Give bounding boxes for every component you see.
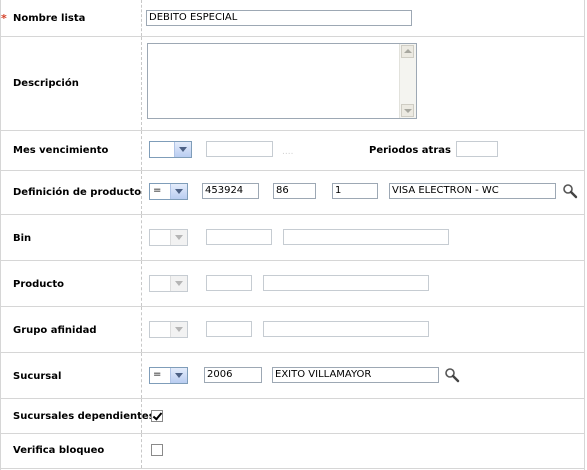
row-sucursal: Sucursal = 2006 EXITO VILLAMAYOR <box>1 353 584 399</box>
column-separator <box>141 261 142 306</box>
periodos-atras-input[interactable] <box>456 141 498 157</box>
verifica-bloqueo-checkbox[interactable] <box>151 444 163 456</box>
column-separator <box>141 215 142 260</box>
definicion-producto-operator-select[interactable]: = <box>149 183 188 200</box>
bin-description-input[interactable] <box>283 229 449 245</box>
scroll-up-arrow-icon[interactable] <box>401 45 414 58</box>
sucursales-dependientes-label: Sucursales dependientes <box>13 411 155 422</box>
nombre-lista-label: Nombre lista <box>13 13 86 24</box>
grupo-afinidad-description-input[interactable] <box>263 321 429 337</box>
column-separator <box>141 434 142 468</box>
chevron-down-icon[interactable] <box>170 230 187 245</box>
textarea-scrollbar[interactable] <box>399 44 416 118</box>
definicion-producto-description[interactable]: VISA ELECTRON - WC <box>389 183 556 199</box>
chevron-down-icon[interactable] <box>170 276 187 291</box>
producto-code-input[interactable] <box>206 275 252 291</box>
bin-label: Bin <box>13 233 32 244</box>
definicion-producto-field1[interactable]: 453924 <box>202 183 259 199</box>
row-descripcion: Descripción <box>1 37 584 131</box>
row-nombre-lista: * Nombre lista DEBITO ESPECIAL <box>1 0 584 37</box>
verifica-bloqueo-label: Verifica bloqueo <box>13 445 105 456</box>
row-mes-vencimiento: Mes vencimiento .... Periodos atras <box>1 131 584 171</box>
nombre-lista-input[interactable]: DEBITO ESPECIAL <box>146 10 412 26</box>
scroll-down-arrow-icon[interactable] <box>401 104 414 117</box>
list-form: * Nombre lista DEBITO ESPECIAL Descripci… <box>0 0 585 470</box>
column-separator <box>141 131 142 170</box>
definicion-producto-field3[interactable]: 1 <box>332 183 378 199</box>
periodos-atras-label: Periodos atras <box>369 145 451 156</box>
sucursal-code-input[interactable]: 2006 <box>204 367 262 383</box>
producto-description-input[interactable] <box>263 275 429 291</box>
row-sucursales-dependientes: Sucursales dependientes <box>1 399 584 434</box>
row-definicion-producto: Definición de producto = 453924 86 1 VIS… <box>1 171 584 215</box>
sucursal-label: Sucursal <box>13 371 62 382</box>
row-grupo-afinidad: Grupo afinidad <box>1 307 584 353</box>
column-separator <box>141 399 142 433</box>
mes-vencimiento-input[interactable] <box>206 141 273 157</box>
producto-operator-select[interactable] <box>149 275 188 292</box>
mes-vencimiento-label: Mes vencimiento <box>13 145 109 156</box>
sucursales-dependientes-checkbox[interactable] <box>151 410 163 422</box>
bin-operator-select[interactable] <box>149 229 188 246</box>
grupo-afinidad-code-input[interactable] <box>206 321 252 337</box>
chevron-down-icon[interactable] <box>170 368 187 383</box>
row-producto: Producto <box>1 261 584 307</box>
sucursal-description-input[interactable]: EXITO VILLAMAYOR <box>272 367 439 383</box>
chevron-down-icon[interactable] <box>174 142 191 157</box>
grupo-afinidad-operator-select[interactable] <box>149 321 188 338</box>
row-verifica-bloqueo: Verifica bloqueo <box>1 434 584 469</box>
descripcion-textarea[interactable] <box>147 43 417 119</box>
column-separator <box>141 171 142 214</box>
operator-value: = <box>153 185 162 196</box>
definicion-producto-field2[interactable]: 86 <box>273 183 316 199</box>
column-separator <box>141 37 142 130</box>
grupo-afinidad-label: Grupo afinidad <box>13 325 97 336</box>
chevron-down-icon[interactable] <box>170 184 187 199</box>
ellipsis-placeholder: .... <box>282 147 294 157</box>
sucursal-operator-select[interactable]: = <box>149 367 188 384</box>
search-magnifier-icon[interactable] <box>444 367 460 383</box>
column-separator <box>141 353 142 398</box>
definicion-producto-label: Definición de producto <box>13 187 142 198</box>
bin-code-input[interactable] <box>206 229 272 245</box>
mes-vencimiento-select[interactable] <box>149 141 192 158</box>
row-bin: Bin <box>1 215 584 261</box>
column-separator <box>141 0 142 36</box>
descripcion-label: Descripción <box>13 78 79 89</box>
search-magnifier-icon[interactable] <box>562 183 578 199</box>
chevron-down-icon[interactable] <box>170 322 187 337</box>
operator-value: = <box>153 369 162 380</box>
required-marker: * <box>1 12 7 25</box>
producto-label: Producto <box>13 279 64 290</box>
column-separator <box>141 307 142 352</box>
